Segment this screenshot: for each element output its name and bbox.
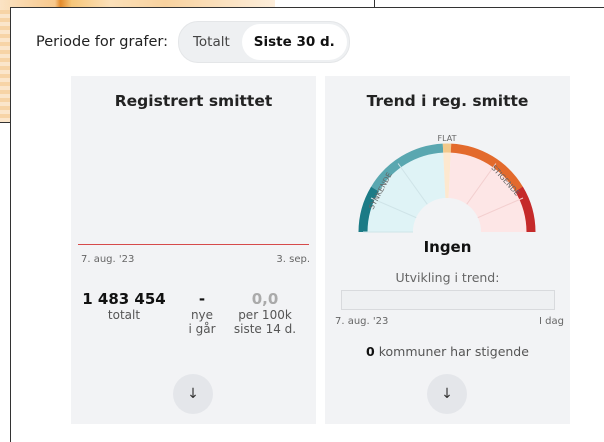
period-label: Periode for grafer: [36, 34, 168, 50]
registered-infected-card: Registrert smittet 7. aug. '23 3. sep. 1… [71, 76, 316, 424]
axis-start-label: 7. aug. '23 [81, 254, 135, 265]
card-title: Trend i reg. smitte [366, 92, 529, 110]
trend-axis-start: 7. aug. '23 [335, 316, 389, 327]
arrow-down-icon: ↓ [441, 386, 453, 402]
stat-total: 1 483 454 totalt [75, 290, 173, 322]
stat-new-label: nye i går [188, 308, 216, 336]
period-selector-row: Periode for grafer: Totalt Siste 30 d. [36, 21, 350, 63]
expand-button[interactable]: ↓ [427, 374, 467, 414]
period-option-total[interactable]: Totalt [181, 24, 242, 60]
stat-new-yesterday: - nye i går [179, 290, 225, 336]
trend-development-bar [341, 290, 555, 310]
stat-per-100k-value: 0,0 [251, 290, 279, 308]
arrow-down-icon: ↓ [187, 386, 199, 402]
trend-card: Trend i reg. smitte FLAT SYNKENDE STIGEN… [325, 76, 570, 424]
stat-new-value: - [198, 290, 206, 308]
background-map-edge [0, 10, 10, 122]
stat-per-100k-label: per 100k siste 14 d. [233, 308, 297, 336]
stat-total-value: 1 483 454 [82, 290, 166, 308]
gauge-label-flat: FLAT [438, 134, 457, 143]
municipalities-text: kommuner har stigende [378, 344, 529, 359]
background-divider [0, 122, 10, 123]
trend-axis-end: I dag [539, 316, 564, 327]
stats-panel: Periode for grafer: Totalt Siste 30 d. R… [10, 7, 604, 442]
axis-end-label: 3. sep. [276, 254, 310, 265]
stat-total-label: totalt [107, 308, 141, 322]
infection-trend-line [78, 244, 309, 245]
municipalities-count: 0 [366, 344, 375, 359]
trend-gauge: FLAT SYNKENDE STIGENDE [358, 134, 536, 233]
stat-per-100k: 0,0 per 100k siste 14 d. [225, 290, 305, 336]
period-option-last-30-days[interactable]: Siste 30 d. [241, 24, 347, 60]
trend-status: Ingen [423, 238, 472, 256]
card-title: Registrert smittet [114, 92, 273, 110]
municipalities-increasing: 0 kommuner har stigende [325, 344, 570, 359]
expand-button[interactable]: ↓ [173, 374, 213, 414]
trend-development-label: Utvikling i trend: [395, 270, 500, 285]
period-toggle: Totalt Siste 30 d. [177, 21, 350, 63]
